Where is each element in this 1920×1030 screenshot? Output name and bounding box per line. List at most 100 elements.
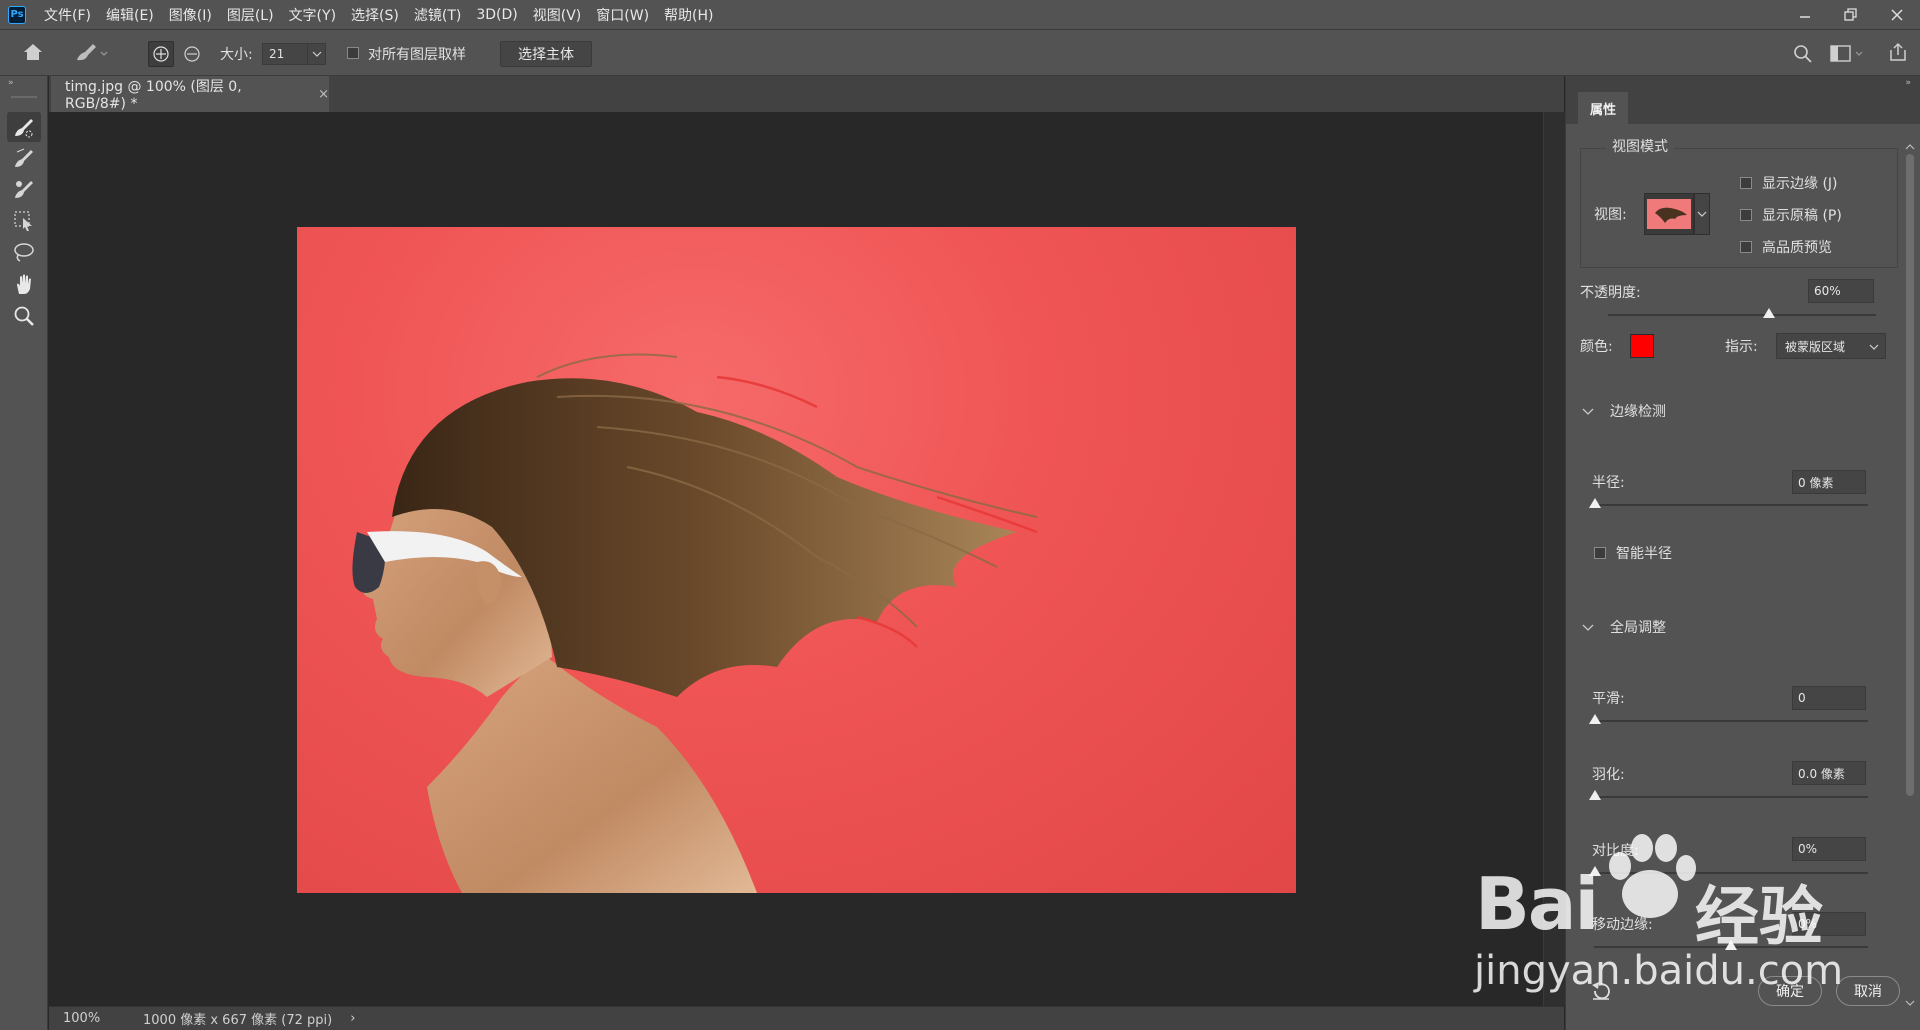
- feather-slider[interactable]: [1594, 796, 1868, 798]
- sample-all-layers-label: 对所有图层取样: [368, 47, 466, 63]
- zoom-level[interactable]: 100%: [63, 1011, 121, 1026]
- document-image[interactable]: [297, 227, 1296, 893]
- indicate-select[interactable]: 被蒙版区域: [1776, 333, 1886, 359]
- show-original-label: 显示原稿 (P): [1762, 208, 1842, 224]
- cancel-button[interactable]: 取消: [1836, 976, 1900, 1006]
- tool-preset-brush-icon[interactable]: [73, 40, 109, 64]
- view-mode-thumbnail[interactable]: [1644, 193, 1694, 235]
- menu-layer[interactable]: 图层(L): [227, 5, 274, 25]
- smooth-slider-thumb[interactable]: [1589, 714, 1601, 724]
- hq-preview-checkbox[interactable]: [1740, 241, 1752, 253]
- toolbar-grip: [11, 96, 37, 98]
- object-selection-tool-icon[interactable]: [7, 206, 41, 236]
- opacity-input[interactable]: 60%: [1808, 279, 1874, 303]
- menu-file[interactable]: 文件(F): [44, 5, 91, 25]
- lasso-tool-icon[interactable]: [7, 238, 41, 268]
- document-tabs: timg.jpg @ 100% (图层 0, RGB/8#) * ×: [49, 76, 1564, 112]
- view-mode-chevron-down-icon[interactable]: [1694, 193, 1710, 235]
- collapse-arrows-icon[interactable]: »: [8, 78, 14, 88]
- refine-edge-brush-icon[interactable]: [7, 143, 41, 173]
- feather-slider-thumb[interactable]: [1589, 790, 1601, 800]
- options-bar: 大小: 21 对所有图层取样 选择主体: [0, 29, 1920, 76]
- menu-type[interactable]: 文字(Y): [289, 5, 336, 25]
- show-edge-label: 显示边缘 (J): [1762, 176, 1838, 192]
- canvas-scrollbar[interactable]: [1543, 112, 1565, 1006]
- document-tab[interactable]: timg.jpg @ 100% (图层 0, RGB/8#) * ×: [51, 76, 329, 112]
- properties-tab[interactable]: 属性: [1578, 92, 1628, 124]
- zoom-tool-icon[interactable]: [7, 301, 41, 331]
- opacity-slider[interactable]: [1608, 314, 1876, 316]
- hq-preview-label: 高品质预览: [1762, 240, 1832, 256]
- view-mode-title: 视图模式: [1606, 136, 1674, 156]
- overlay-color-swatch[interactable]: [1630, 334, 1654, 358]
- close-tab-icon[interactable]: ×: [318, 87, 329, 102]
- opacity-slider-thumb[interactable]: [1762, 308, 1775, 318]
- ok-button[interactable]: 确定: [1758, 976, 1822, 1006]
- menu-filter[interactable]: 滤镜(T): [414, 5, 461, 25]
- radius-input[interactable]: 0 像素: [1792, 470, 1866, 494]
- edge-detection-chevron-icon[interactable]: [1582, 408, 1594, 416]
- select-subject-button[interactable]: 选择主体: [500, 41, 592, 67]
- radius-slider-thumb[interactable]: [1589, 498, 1601, 508]
- chevron-down-icon[interactable]: [307, 44, 325, 64]
- subtract-from-selection-icon[interactable]: [183, 45, 201, 63]
- size-value: 21: [269, 47, 285, 61]
- status-arrow-icon[interactable]: ›: [350, 1011, 355, 1026]
- panel-collapse-icon[interactable]: »: [1905, 78, 1911, 88]
- menu-image[interactable]: 图像(I): [169, 5, 212, 25]
- search-icon[interactable]: [1793, 44, 1813, 64]
- minimize-icon[interactable]: [1782, 0, 1828, 29]
- size-input[interactable]: 21: [262, 43, 326, 65]
- global-refine-chevron-icon[interactable]: [1582, 624, 1594, 632]
- menubar: Ps 文件(F) 编辑(E) 图像(I) 图层(L) 文字(Y) 选择(S) 滤…: [0, 0, 1920, 29]
- home-icon[interactable]: [22, 42, 44, 62]
- indicate-label: 指示:: [1725, 339, 1758, 355]
- properties-panel: » 属性 视图模式 视图: 显示边缘 (J) 显示原稿 (P) 高品质预览 不透…: [1565, 76, 1920, 1030]
- workspace-icon[interactable]: [1830, 45, 1864, 63]
- share-icon[interactable]: [1888, 42, 1908, 62]
- shift-edge-slider-thumb[interactable]: [1725, 940, 1737, 950]
- color-label: 颜色:: [1580, 339, 1613, 355]
- smart-radius-label: 智能半径: [1616, 546, 1672, 562]
- feather-label: 羽化:: [1592, 767, 1625, 783]
- view-label: 视图:: [1594, 207, 1627, 223]
- show-original-checkbox[interactable]: [1740, 209, 1752, 221]
- panel-header: » 属性: [1566, 76, 1920, 124]
- radius-slider[interactable]: [1594, 504, 1868, 506]
- feather-input[interactable]: 0.0 像素: [1792, 761, 1866, 785]
- global-refine-title[interactable]: 全局调整: [1610, 617, 1666, 637]
- menu-select[interactable]: 选择(S): [351, 5, 399, 25]
- size-label: 大小:: [220, 47, 253, 63]
- edge-detection-title[interactable]: 边缘检测: [1610, 401, 1666, 421]
- quick-selection-tool-icon[interactable]: [7, 112, 41, 142]
- smart-radius-checkbox[interactable]: [1594, 547, 1606, 559]
- shift-edge-input[interactable]: 0%: [1792, 912, 1866, 936]
- sample-all-layers-checkbox[interactable]: [347, 47, 359, 59]
- smooth-label: 平滑:: [1592, 691, 1625, 707]
- smooth-input[interactable]: 0: [1792, 686, 1866, 710]
- menu-edit[interactable]: 编辑(E): [106, 5, 154, 25]
- contrast-slider[interactable]: [1594, 872, 1868, 874]
- document-tab-title: timg.jpg @ 100% (图层 0, RGB/8#) *: [65, 79, 242, 112]
- opacity-label: 不透明度:: [1580, 285, 1641, 301]
- hand-tool-icon[interactable]: [7, 269, 41, 299]
- contrast-label: 对比度:: [1592, 843, 1639, 859]
- tools-panel: »: [0, 76, 48, 1030]
- show-edge-checkbox[interactable]: [1740, 177, 1752, 189]
- menu-window[interactable]: 窗口(W): [596, 5, 649, 25]
- menu-help[interactable]: 帮助(H): [664, 5, 713, 25]
- brush-tool-icon[interactable]: [7, 174, 41, 204]
- restore-icon[interactable]: [1828, 0, 1874, 29]
- portrait-photo: [352, 353, 1038, 893]
- indicate-value: 被蒙版区域: [1785, 339, 1846, 354]
- smooth-slider[interactable]: [1594, 720, 1868, 722]
- menu-3d[interactable]: 3D(D): [476, 7, 517, 23]
- menu-view[interactable]: 视图(V): [533, 5, 582, 25]
- contrast-slider-thumb[interactable]: [1589, 866, 1601, 876]
- add-to-selection-icon[interactable]: [148, 41, 174, 67]
- close-window-icon[interactable]: [1874, 0, 1920, 29]
- panel-scrollbar[interactable]: [1903, 136, 1917, 1030]
- reset-icon[interactable]: [1590, 980, 1612, 1006]
- contrast-input[interactable]: 0%: [1792, 837, 1866, 861]
- document-info: 1000 像素 x 667 像素 (72 ppi): [143, 1013, 333, 1028]
